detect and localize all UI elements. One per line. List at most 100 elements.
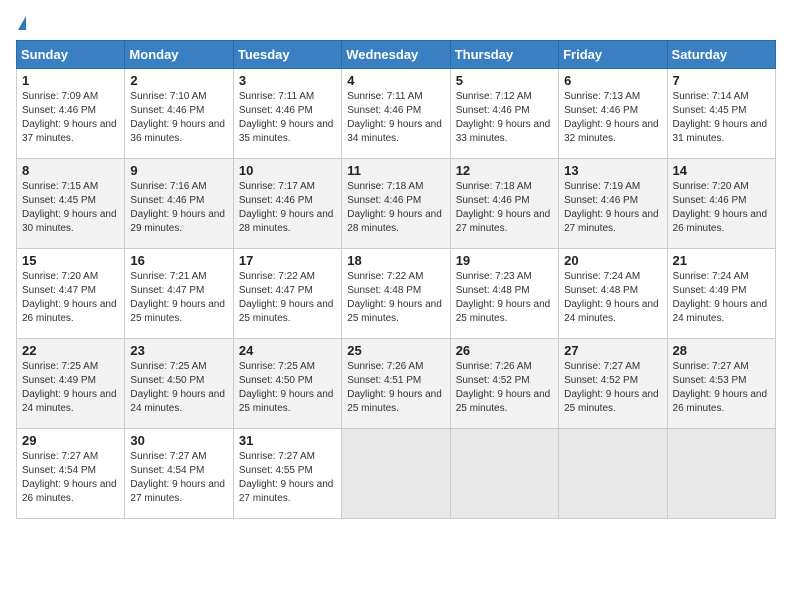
calendar-week-5: 29Sunrise: 7:27 AMSunset: 4:54 PMDayligh… <box>17 429 776 519</box>
day-number: 27 <box>564 343 661 358</box>
day-info: Sunrise: 7:10 AMSunset: 4:46 PMDaylight:… <box>130 90 227 146</box>
day-info: Sunrise: 7:27 AMSunset: 4:55 PMDaylight:… <box>239 450 336 506</box>
day-info: Sunrise: 7:24 AMSunset: 4:49 PMDaylight:… <box>673 270 770 326</box>
day-info: Sunrise: 7:14 AMSunset: 4:45 PMDaylight:… <box>673 90 770 146</box>
calendar-cell: 18Sunrise: 7:22 AMSunset: 4:48 PMDayligh… <box>342 249 450 339</box>
daylight-hours: Daylight: 9 hours and 27 minutes. <box>239 479 334 504</box>
day-info: Sunrise: 7:21 AMSunset: 4:47 PMDaylight:… <box>130 270 227 326</box>
sunrise-time: Sunrise: 7:21 AM <box>130 271 206 282</box>
day-info: Sunrise: 7:26 AMSunset: 4:52 PMDaylight:… <box>456 360 553 416</box>
calendar-cell: 3Sunrise: 7:11 AMSunset: 4:46 PMDaylight… <box>233 69 341 159</box>
day-number: 18 <box>347 253 444 268</box>
calendar-header-tuesday: Tuesday <box>233 41 341 69</box>
day-info: Sunrise: 7:15 AMSunset: 4:45 PMDaylight:… <box>22 180 119 236</box>
daylight-hours: Daylight: 9 hours and 26 minutes. <box>673 209 768 234</box>
sunset-time: Sunset: 4:49 PM <box>22 375 96 386</box>
sunrise-time: Sunrise: 7:25 AM <box>22 361 98 372</box>
sunrise-time: Sunrise: 7:12 AM <box>456 91 532 102</box>
sunrise-time: Sunrise: 7:17 AM <box>239 181 315 192</box>
day-number: 25 <box>347 343 444 358</box>
calendar-week-4: 22 Sunrise: 7:25 AM Sunset: 4:49 PM Dayligh… <box>17 339 776 429</box>
day-number: 10 <box>239 163 336 178</box>
day-info: Sunrise: 7:13 AMSunset: 4:46 PMDaylight:… <box>564 90 661 146</box>
sunset-time: Sunset: 4:46 PM <box>347 105 421 116</box>
sunset-time: Sunset: 4:52 PM <box>564 375 638 386</box>
day-number: 2 <box>130 73 227 88</box>
calendar-cell: 24Sunrise: 7:25 AMSunset: 4:50 PMDayligh… <box>233 339 341 429</box>
sunrise-time: Sunrise: 7:14 AM <box>673 91 749 102</box>
sunset-time: Sunset: 4:46 PM <box>347 195 421 206</box>
calendar-cell: 17Sunrise: 7:22 AMSunset: 4:47 PMDayligh… <box>233 249 341 339</box>
day-number: 16 <box>130 253 227 268</box>
daylight-hours: Daylight: 9 hours and 36 minutes. <box>130 119 225 144</box>
sunrise-time: Sunrise: 7:27 AM <box>673 361 749 372</box>
daylight-hours: Daylight: 9 hours and 25 minutes. <box>456 389 551 414</box>
sunrise-time: Sunrise: 7:22 AM <box>239 271 315 282</box>
sunrise-time: Sunrise: 7:27 AM <box>22 451 98 462</box>
sunset-time: Sunset: 4:53 PM <box>673 375 747 386</box>
day-number: 22 <box>22 343 119 358</box>
day-info: Sunrise: 7:19 AMSunset: 4:46 PMDaylight:… <box>564 180 661 236</box>
day-number: 15 <box>22 253 119 268</box>
day-number: 5 <box>456 73 553 88</box>
daylight-hours: Daylight: 9 hours and 25 minutes. <box>347 389 442 414</box>
sunrise-time: Sunrise: 7:19 AM <box>564 181 640 192</box>
day-info: Sunrise: 7:16 AMSunset: 4:46 PMDaylight:… <box>130 180 227 236</box>
day-number: 4 <box>347 73 444 88</box>
sunrise-time: Sunrise: 7:24 AM <box>564 271 640 282</box>
sunrise-time: Sunrise: 7:20 AM <box>673 181 749 192</box>
calendar-cell: 9 Sunrise: 7:16 AMSunset: 4:46 PMDaylight… <box>125 159 233 249</box>
day-number: 23 <box>130 343 227 358</box>
calendar-cell: 29Sunrise: 7:27 AMSunset: 4:54 PMDayligh… <box>17 429 125 519</box>
calendar-cell: 27Sunrise: 7:27 AMSunset: 4:52 PMDayligh… <box>559 339 667 429</box>
calendar-cell: 25 Sunrise: 7:26 AM Sunset: 4:51 PM Dayligh… <box>342 339 450 429</box>
day-number: 30 <box>130 433 227 448</box>
daylight-hours: Daylight: 9 hours and 28 minutes. <box>239 209 334 234</box>
day-info: Sunrise: 7:18 AMSunset: 4:46 PMDaylight:… <box>347 180 444 236</box>
daylight-hours: Daylight: 9 hours and 24 minutes. <box>564 299 659 324</box>
sunset-time: Sunset: 4:46 PM <box>456 105 530 116</box>
day-number: 31 <box>239 433 336 448</box>
day-info: Sunrise: 7:25 AMSunset: 4:50 PMDaylight:… <box>130 360 227 416</box>
sunset-time: Sunset: 4:46 PM <box>239 105 313 116</box>
daylight-hours: Daylight: 9 hours and 35 minutes. <box>239 119 334 144</box>
sunrise-time: Sunrise: 7:20 AM <box>22 271 98 282</box>
daylight-hours: Daylight: 9 hours and 24 minutes. <box>22 389 117 414</box>
sunrise-time: Sunrise: 7:25 AM <box>239 361 315 372</box>
calendar-header-thursday: Thursday <box>450 41 558 69</box>
calendar-cell: 19Sunrise: 7:23 AMSunset: 4:48 PMDayligh… <box>450 249 558 339</box>
sunset-time: Sunset: 4:48 PM <box>564 285 638 296</box>
day-info: Sunrise: 7:12 AMSunset: 4:46 PMDaylight:… <box>456 90 553 146</box>
daylight-hours: Daylight: 9 hours and 28 minutes. <box>347 209 442 234</box>
calendar-header-sunday: Sunday <box>17 41 125 69</box>
day-number: 24 <box>239 343 336 358</box>
calendar-header-monday: Monday <box>125 41 233 69</box>
day-number: 26 <box>456 343 553 358</box>
day-info: Sunrise: 7:09 AMSunset: 4:46 PMDaylight:… <box>22 90 119 146</box>
daylight-hours: Daylight: 9 hours and 25 minutes. <box>456 299 551 324</box>
sunrise-time: Sunrise: 7:26 AM <box>347 361 423 372</box>
daylight-hours: Daylight: 9 hours and 25 minutes. <box>347 299 442 324</box>
daylight-hours: Daylight: 9 hours and 25 minutes. <box>130 299 225 324</box>
day-number: 9 <box>130 163 227 178</box>
daylight-hours: Daylight: 9 hours and 26 minutes. <box>22 299 117 324</box>
daylight-hours: Daylight: 9 hours and 34 minutes. <box>347 119 442 144</box>
sunset-time: Sunset: 4:45 PM <box>22 195 96 206</box>
day-info: Sunrise: 7:27 AMSunset: 4:53 PMDaylight:… <box>673 360 770 416</box>
daylight-hours: Daylight: 9 hours and 25 minutes. <box>239 299 334 324</box>
daylight-hours: Daylight: 9 hours and 31 minutes. <box>673 119 768 144</box>
calendar-cell: 15Sunrise: 7:20 AMSunset: 4:47 PMDayligh… <box>17 249 125 339</box>
day-number: 6 <box>564 73 661 88</box>
calendar-cell: 10Sunrise: 7:17 AMSunset: 4:46 PMDayligh… <box>233 159 341 249</box>
daylight-hours: Daylight: 9 hours and 26 minutes. <box>22 479 117 504</box>
sunrise-time: Sunrise: 7:27 AM <box>239 451 315 462</box>
sunrise-time: Sunrise: 7:09 AM <box>22 91 98 102</box>
daylight-hours: Daylight: 9 hours and 27 minutes. <box>564 209 659 234</box>
day-number: 13 <box>564 163 661 178</box>
sunset-time: Sunset: 4:51 PM <box>347 375 421 386</box>
sunset-time: Sunset: 4:48 PM <box>347 285 421 296</box>
day-info: Sunrise: 7:20 AMSunset: 4:46 PMDaylight:… <box>673 180 770 236</box>
calendar-cell: 26 Sunrise: 7:26 AMSunset: 4:52 PMDayligh… <box>450 339 558 429</box>
calendar-header-saturday: Saturday <box>667 41 775 69</box>
calendar-cell: 4Sunrise: 7:11 AMSunset: 4:46 PMDaylight… <box>342 69 450 159</box>
